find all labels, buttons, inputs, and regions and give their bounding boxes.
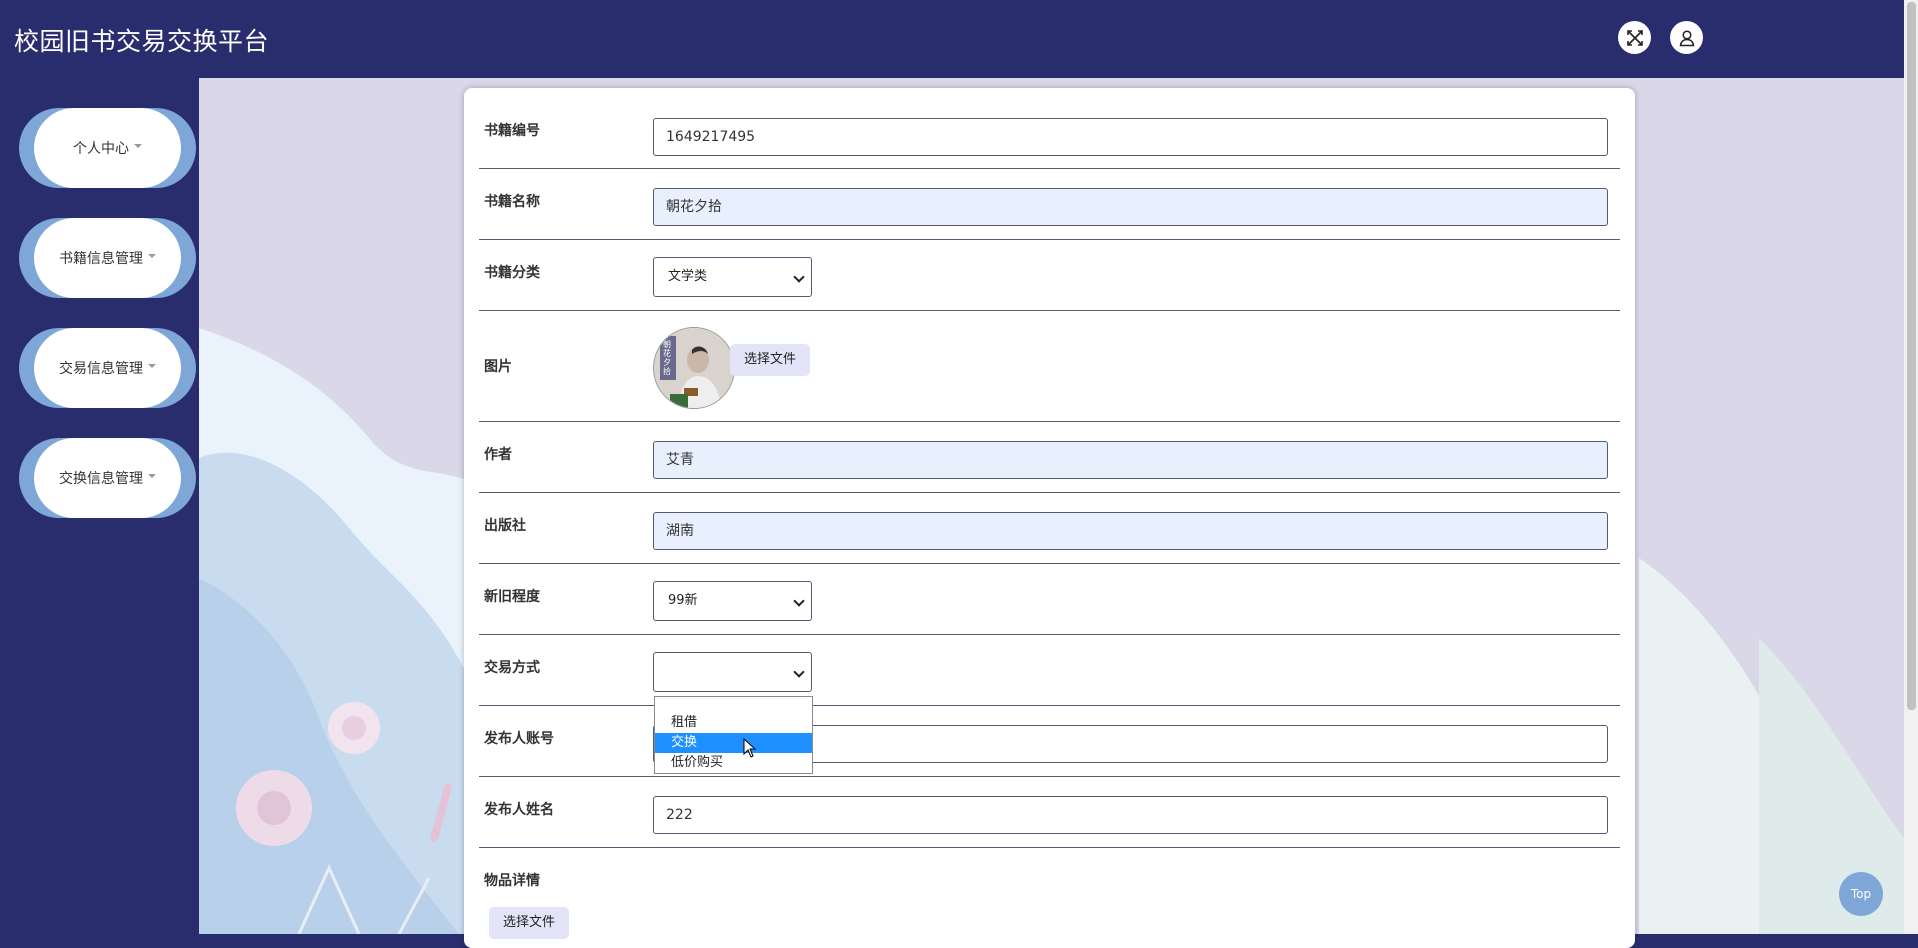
- category-selected-value: 文学类: [668, 269, 708, 284]
- form-row-publisher-name: 发布人姓名 222: [479, 776, 1620, 848]
- sidebar-item-inner: 交易信息管理: [34, 328, 181, 408]
- app-title: 校园旧书交易交换平台: [14, 27, 270, 56]
- field-label: 作者: [484, 447, 512, 463]
- field-label: 图片: [484, 359, 512, 375]
- form-row-condition: 新旧程度 99新: [479, 563, 1620, 635]
- sidebar-item-label: 交换信息管理: [59, 471, 143, 487]
- field-label: 发布人账号: [484, 731, 554, 747]
- caret-down-icon: [148, 474, 156, 478]
- chevron-down-icon: [793, 666, 805, 678]
- sidebar-item-inner: 交换信息管理: [34, 438, 181, 518]
- sidebar-item-book-management[interactable]: 书籍信息管理: [19, 218, 196, 298]
- fullscreen-button[interactable]: [1618, 21, 1651, 54]
- field-label: 新旧程度: [484, 589, 540, 605]
- field-label: 交易方式: [484, 660, 540, 676]
- condition-selected-value: 99新: [668, 593, 698, 608]
- chevron-down-icon: [793, 595, 805, 607]
- mouse-cursor-icon: [743, 738, 757, 758]
- sidebar: 个人中心 书籍信息管理 交易信息管理 交换信息管理: [0, 78, 199, 934]
- user-icon: [1679, 29, 1694, 46]
- dropdown-spacer: [655, 697, 812, 713]
- field-label: 书籍编号: [484, 123, 540, 139]
- caret-down-icon: [134, 144, 142, 148]
- form-row-publisher: 出版社 湖南: [479, 492, 1620, 564]
- form-row-publisher-account: 发布人账号: [479, 705, 1620, 777]
- caret-down-icon: [148, 364, 156, 368]
- form-row-image: 图片 朝花夕拾 选择文件: [479, 310, 1620, 422]
- cover-title-text: 朝花夕拾: [663, 340, 671, 376]
- sidebar-item-trade-management[interactable]: 交易信息管理: [19, 328, 196, 408]
- form-row-category: 书籍分类 文学类: [479, 239, 1620, 311]
- book-name-input[interactable]: 朝花夕拾: [653, 188, 1608, 226]
- sidebar-item-label: 书籍信息管理: [59, 251, 143, 267]
- page-scrollbar[interactable]: [1904, 0, 1918, 934]
- trade-mode-dropdown-list: 租借 交换 低价购买: [654, 696, 813, 774]
- trade-mode-option-exchange[interactable]: 交换: [655, 733, 812, 753]
- publisher-name-input[interactable]: 222: [653, 796, 1608, 834]
- choose-details-file-button[interactable]: 选择文件: [489, 907, 569, 939]
- form-row-details: 物品详情 选择文件: [479, 847, 1620, 947]
- scrollbar-thumb[interactable]: [1907, 2, 1916, 710]
- form-row-author: 作者 艾青: [479, 421, 1620, 493]
- book-no-input[interactable]: 1649217495: [653, 118, 1608, 156]
- fullscreen-icon: [1626, 29, 1643, 46]
- form-row-trade-mode: 交易方式: [479, 634, 1620, 706]
- trade-mode-select[interactable]: [653, 652, 812, 692]
- back-to-top-button[interactable]: Top: [1839, 872, 1883, 916]
- author-input[interactable]: 艾青: [653, 441, 1608, 479]
- publisher-input[interactable]: 湖南: [653, 512, 1608, 550]
- field-label: 出版社: [484, 518, 526, 534]
- caret-down-icon: [148, 254, 156, 258]
- book-cover-image: 朝花夕拾: [653, 327, 735, 409]
- sidebar-item-inner: 书籍信息管理: [34, 218, 181, 298]
- category-select[interactable]: 文学类: [653, 257, 812, 297]
- form-row-book-no: 书籍编号 1649217495: [479, 88, 1620, 169]
- field-label: 书籍名称: [484, 194, 540, 210]
- field-label: 发布人姓名: [484, 802, 554, 818]
- condition-select[interactable]: 99新: [653, 581, 812, 621]
- form-row-book-name: 书籍名称 朝花夕拾: [479, 168, 1620, 240]
- chevron-down-icon: [793, 271, 805, 283]
- sidebar-item-exchange-management[interactable]: 交换信息管理: [19, 438, 196, 518]
- sidebar-item-inner: 个人中心: [34, 108, 181, 188]
- trade-mode-option-rent[interactable]: 租借: [655, 713, 812, 733]
- sidebar-item-personal-center[interactable]: 个人中心: [19, 108, 196, 188]
- sidebar-item-label: 交易信息管理: [59, 361, 143, 377]
- sidebar-item-label: 个人中心: [73, 141, 129, 157]
- top-header: 校园旧书交易交换平台: [0, 0, 1904, 78]
- book-edit-form: 书籍编号 1649217495 书籍名称 朝花夕拾 书籍分类 文学类 图片 朝花…: [464, 88, 1635, 948]
- field-label: 物品详情: [484, 873, 540, 889]
- field-label: 书籍分类: [484, 265, 540, 281]
- choose-image-file-button[interactable]: 选择文件: [730, 344, 810, 376]
- user-profile-button[interactable]: [1670, 21, 1703, 54]
- trade-mode-option-buy[interactable]: 低价购买: [655, 753, 812, 773]
